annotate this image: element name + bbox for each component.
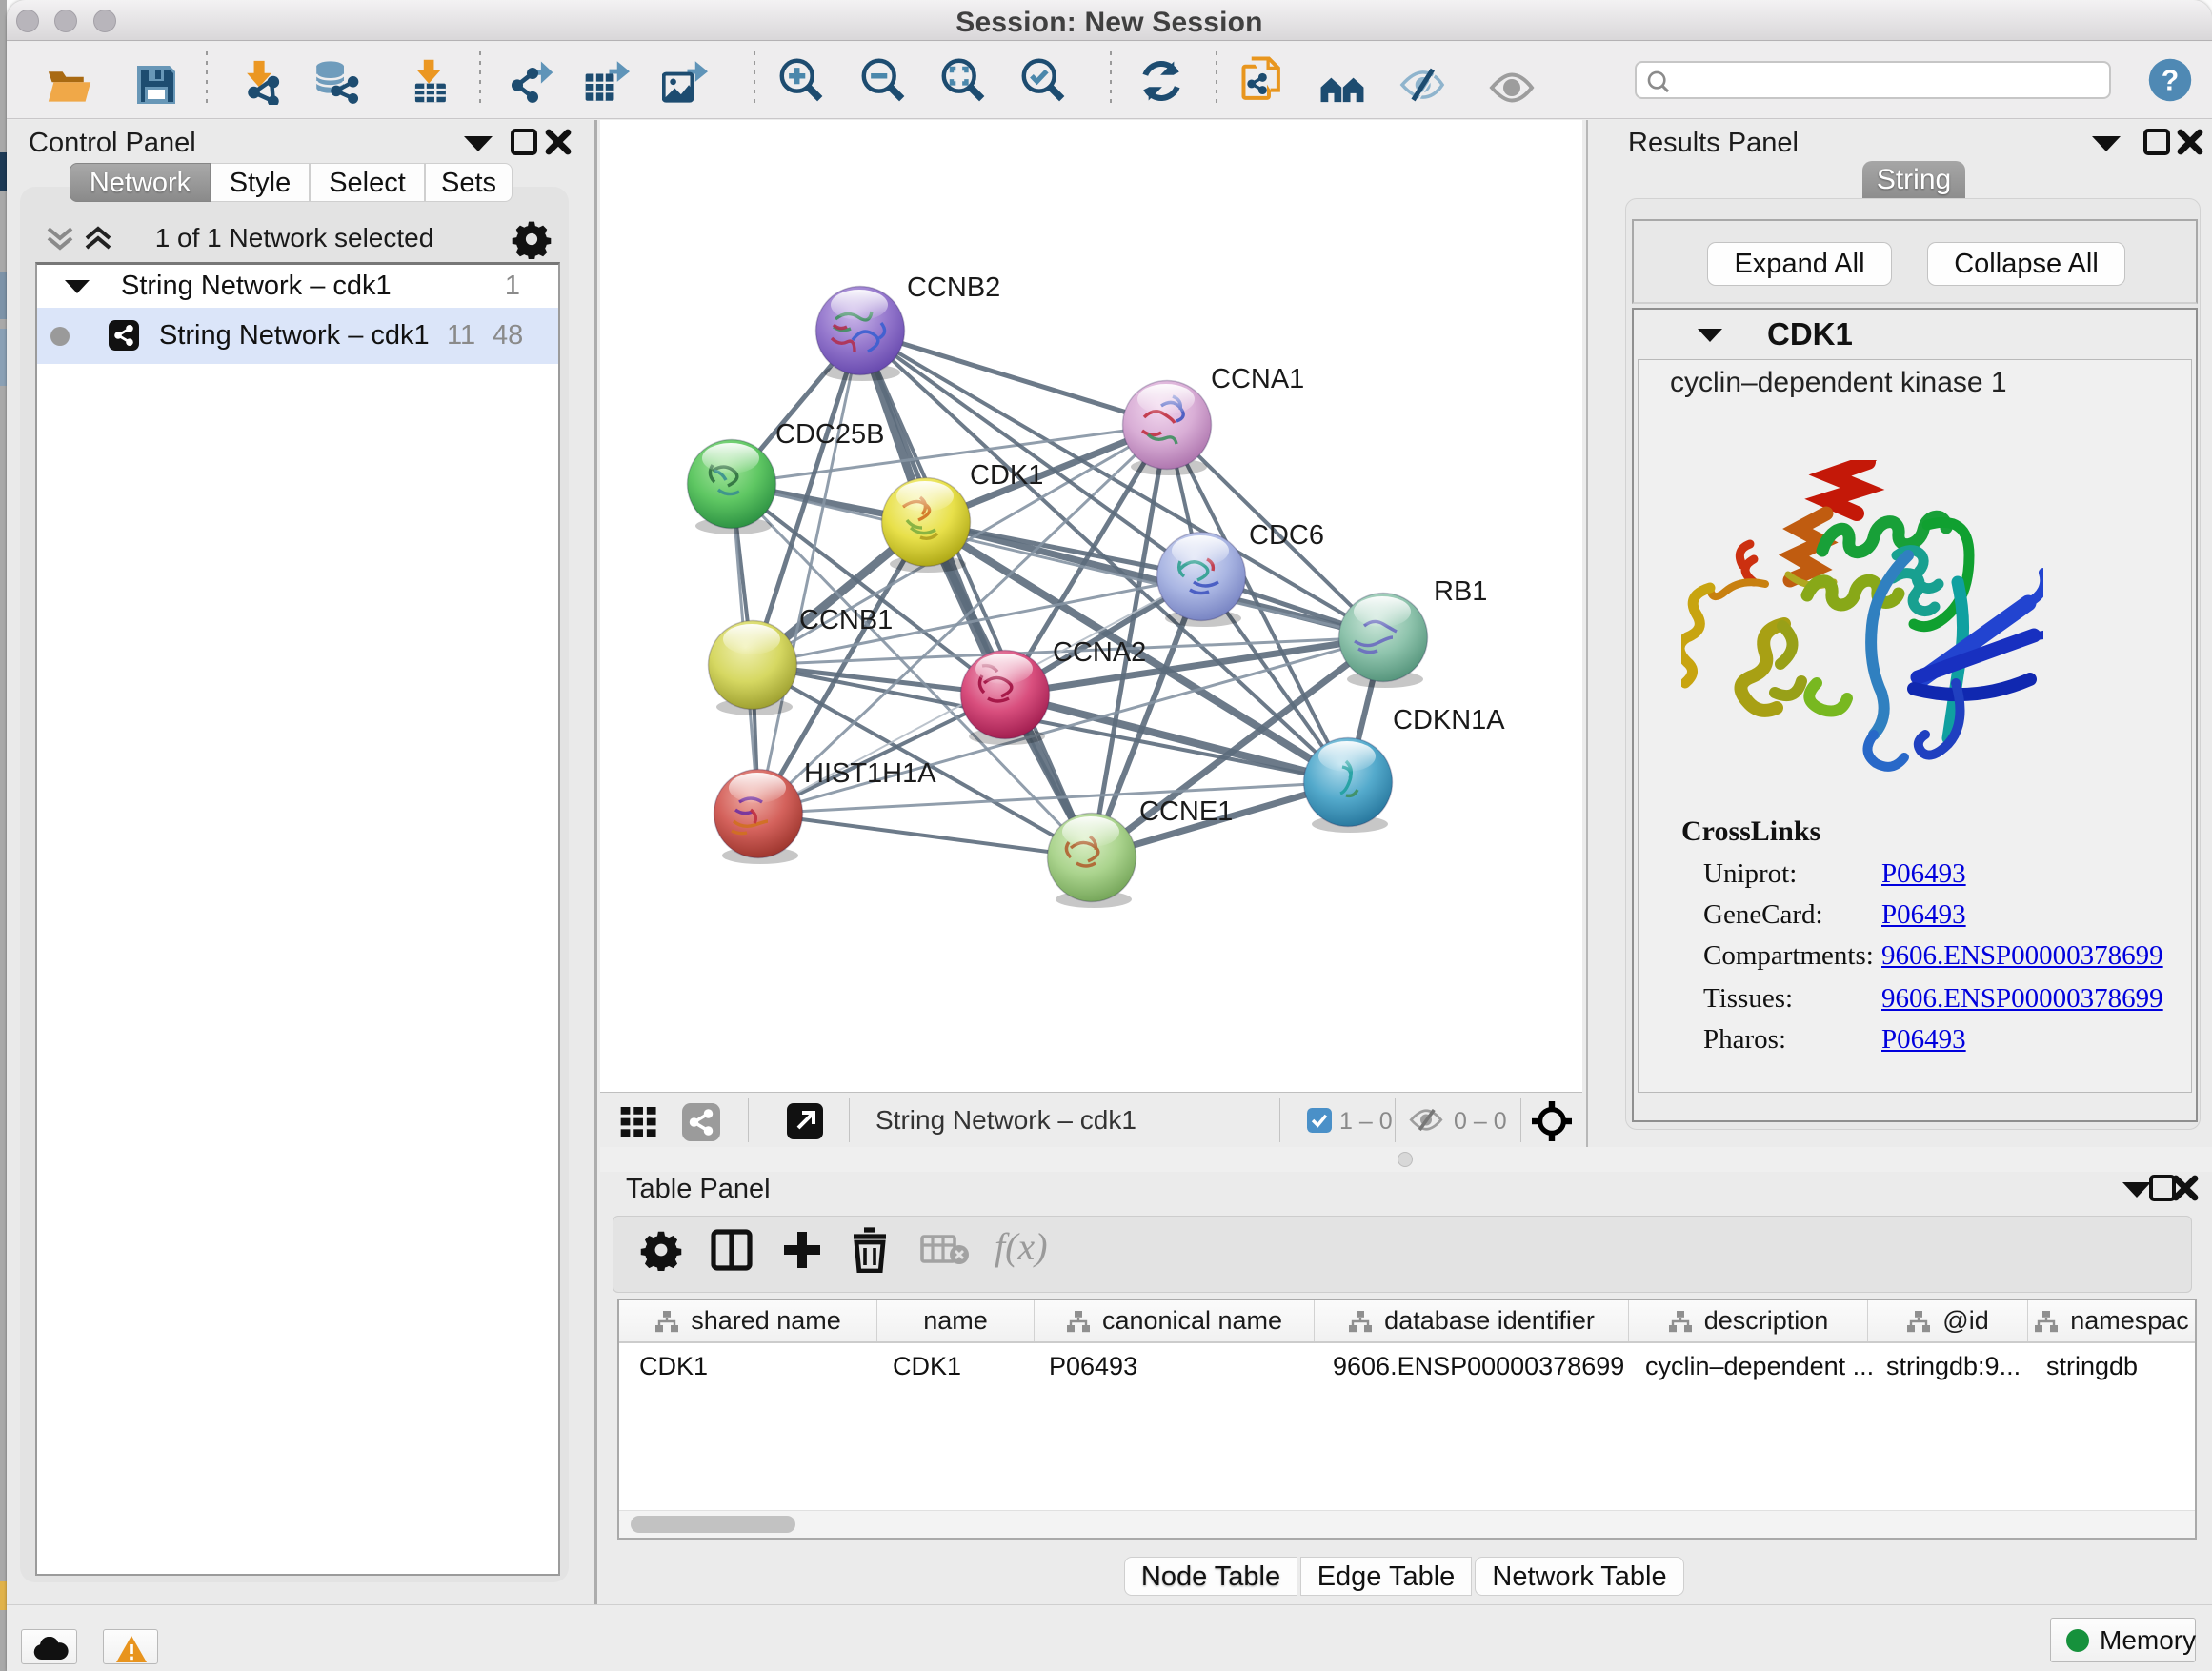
svg-text:CCNE1: CCNE1 (1139, 796, 1233, 827)
svg-text:CDK1: CDK1 (970, 460, 1043, 491)
svg-text:CCNB2: CCNB2 (907, 272, 1000, 303)
svg-text:CCNA1: CCNA1 (1211, 364, 1304, 394)
svg-text:RB1: RB1 (1434, 576, 1487, 607)
svg-text:CCNB1: CCNB1 (799, 605, 893, 635)
svg-text:?: ? (2162, 66, 2179, 97)
svg-text:CDKN1A: CDKN1A (1393, 705, 1505, 735)
svg-text:CDC6: CDC6 (1249, 520, 1324, 551)
svg-text:HIST1H1A: HIST1H1A (804, 758, 936, 789)
svg-text:CCNA2: CCNA2 (1053, 637, 1146, 668)
svg-text:CDC25B: CDC25B (775, 419, 884, 450)
